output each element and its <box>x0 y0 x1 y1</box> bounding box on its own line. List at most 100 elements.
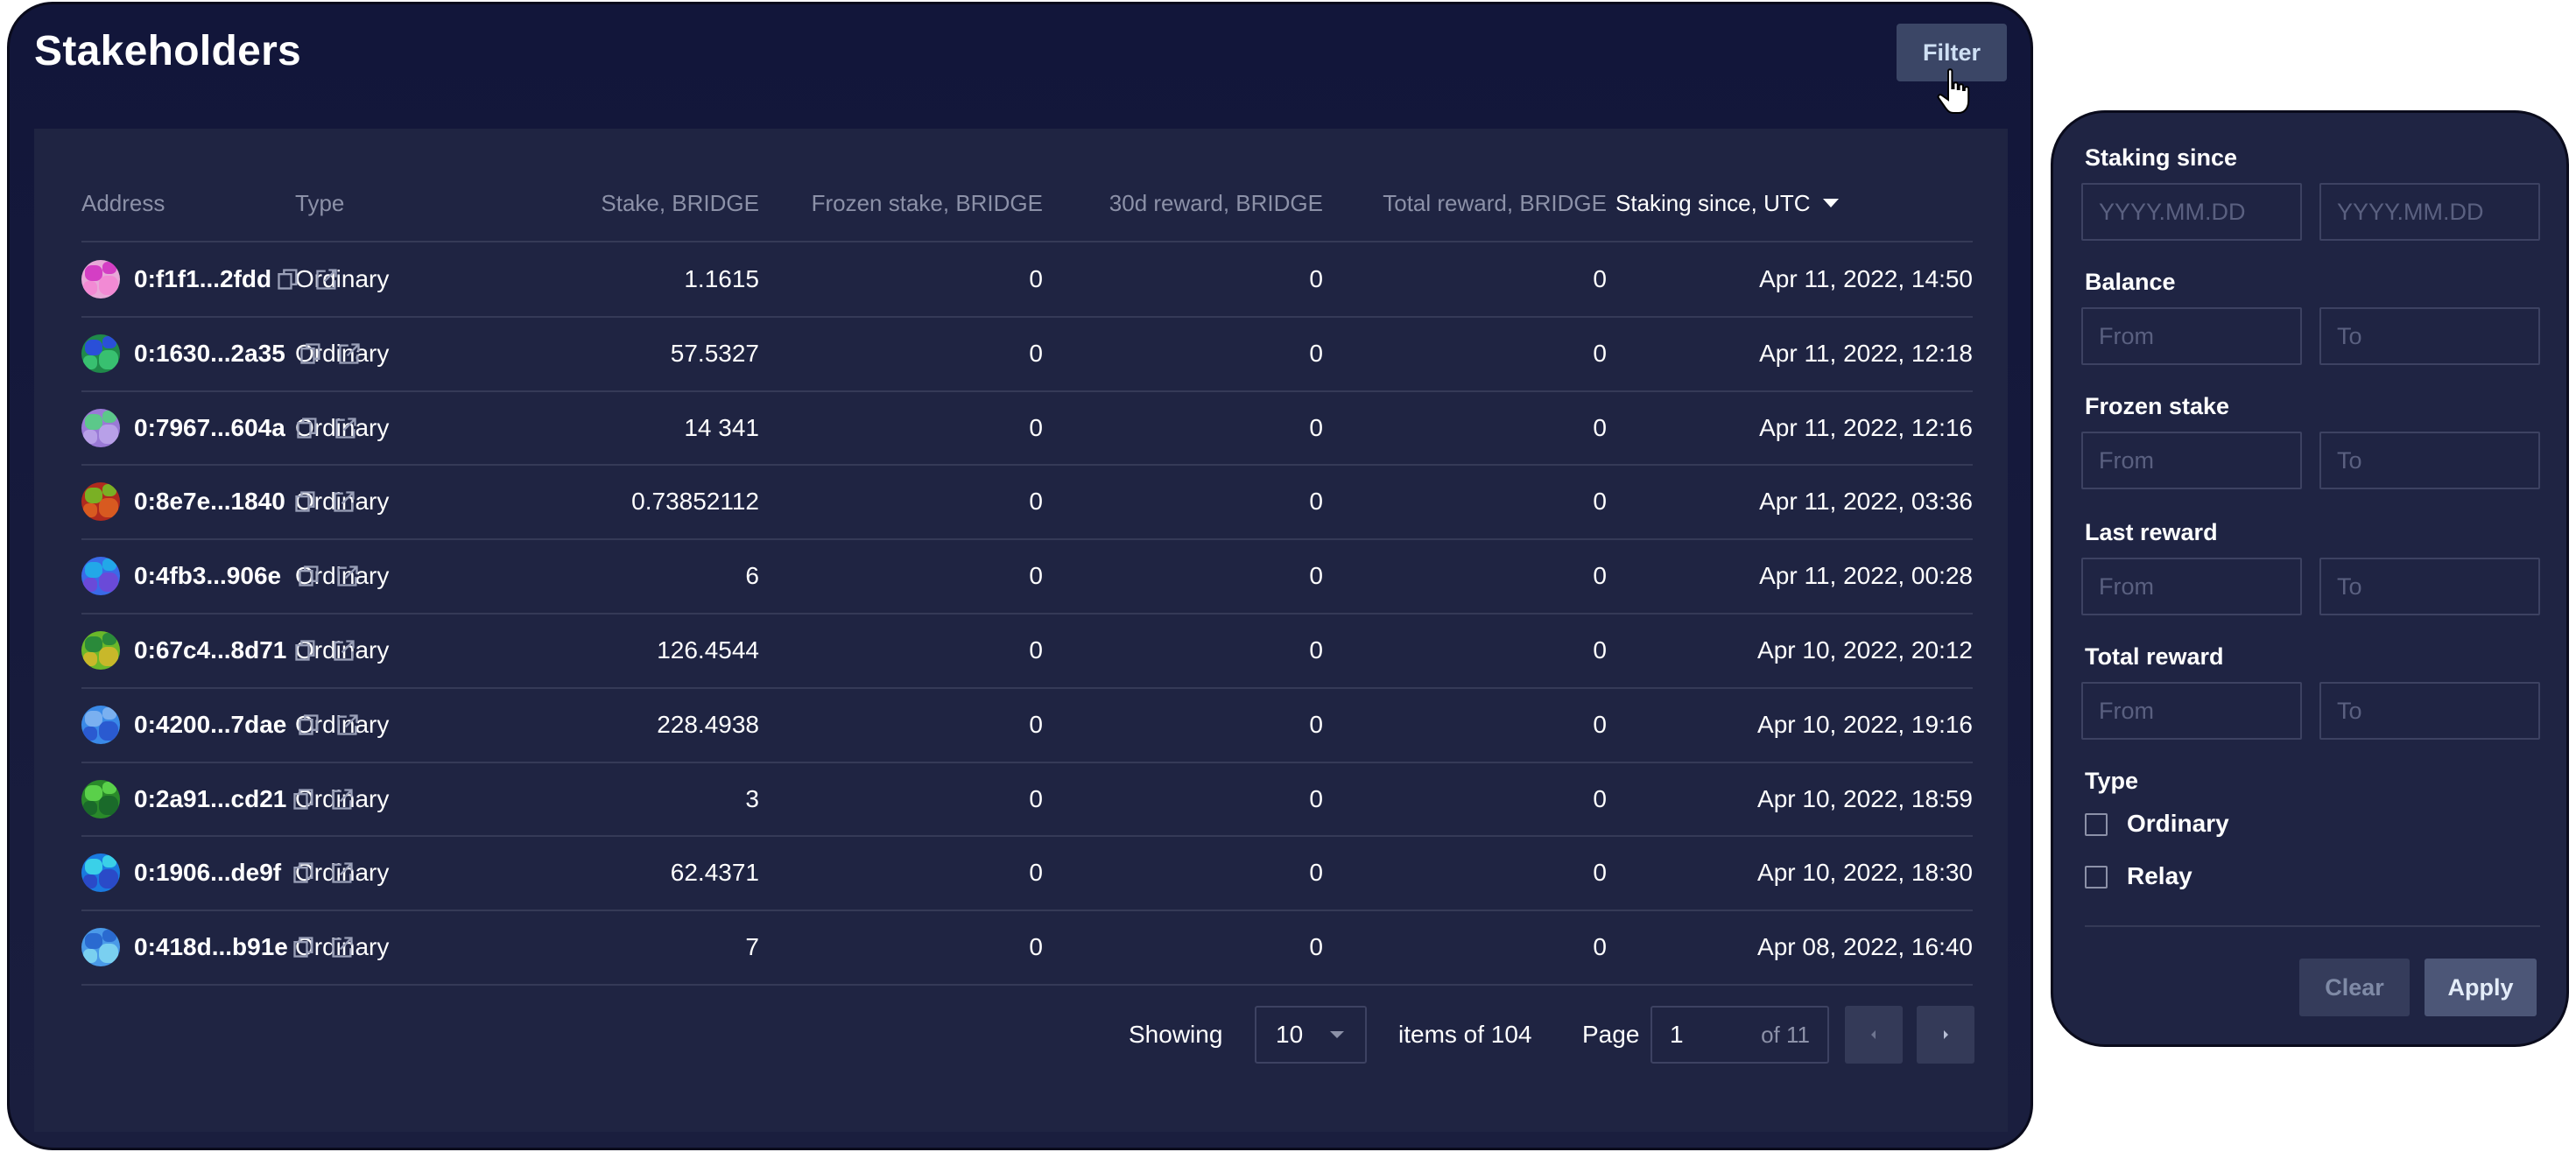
next-page-button[interactable] <box>1917 1006 1974 1064</box>
relay-checkbox-label[interactable]: Relay <box>2127 862 2192 890</box>
total-reward-from-input[interactable] <box>2081 682 2302 740</box>
table-row[interactable]: 0:7967...604a Ordinary 14 341 0 0 0 Apr 11, 20… <box>34 391 2008 465</box>
copy-icon[interactable] <box>293 638 318 663</box>
address-link[interactable]: 0:418d...b91e <box>134 910 288 984</box>
avatar-icon <box>81 260 120 299</box>
external-link-icon[interactable] <box>330 787 355 811</box>
staking-since-cell: Apr 10, 2022, 20:12 <box>1757 636 1973 664</box>
table-row[interactable]: 0:418d...b91e Ordinary 7 0 0 0 Apr 08, 2022, 1… <box>34 910 2008 984</box>
page-number-input[interactable]: 1 of 11 <box>1650 1006 1829 1064</box>
copy-icon[interactable] <box>293 489 318 514</box>
external-link-icon[interactable] <box>337 341 362 366</box>
avatar-icon <box>81 334 120 373</box>
page-size-select[interactable]: 10 <box>1255 1006 1367 1064</box>
address-link[interactable]: 0:7967...604a <box>134 391 285 465</box>
clear-button[interactable]: Clear <box>2299 959 2410 1016</box>
staking-since-cell: Apr 10, 2022, 19:16 <box>1757 710 1973 738</box>
prev-page-button[interactable] <box>1845 1006 1903 1064</box>
table-row[interactable]: 0:2a91...cd21 Ordinary 3 0 0 0 Apr 10, 2022, 1… <box>34 762 2008 836</box>
balance-from-input[interactable] <box>2081 307 2302 365</box>
last-reward-from-input[interactable] <box>2081 558 2302 615</box>
total-reward-cell: 0 <box>1593 488 1607 516</box>
table-row[interactable]: 0:4fb3...906e Ordinary 6 0 0 0 Apr 11, 2022, 0… <box>34 539 2008 613</box>
staking-since-label: Staking since <box>2085 144 2238 171</box>
copy-icon[interactable] <box>292 860 316 885</box>
address-link[interactable]: 0:67c4...8d71 <box>134 614 286 687</box>
table-row[interactable]: 0:1630...2a35 Ordinary 57.5327 0 0 0 Apr 11, 2… <box>34 317 2008 390</box>
copy-icon[interactable] <box>297 564 321 588</box>
copy-icon[interactable] <box>292 935 316 959</box>
table-row[interactable]: 0:8e7e...1840 Ordinary 0.73852112 0 0 0 Apr 11… <box>34 465 2008 538</box>
copy-icon[interactable] <box>276 267 300 292</box>
copy-icon[interactable] <box>295 416 320 440</box>
address-link[interactable]: 0:2a91...cd21 <box>134 762 286 836</box>
avatar-icon <box>81 705 120 744</box>
table-row[interactable]: 0:f1f1...2fdd Ordinary 1.1615 0 0 0 Apr 11, 20… <box>34 242 2008 316</box>
stake-cell: 6 <box>745 562 759 590</box>
address-link[interactable]: 0:1906...de9f <box>134 836 281 910</box>
30d-reward-cell: 0 <box>1309 784 1323 812</box>
total-reward-cell: 0 <box>1593 784 1607 812</box>
column-header-type[interactable]: Type <box>295 165 344 241</box>
balance-to-input[interactable] <box>2319 307 2540 365</box>
external-link-icon[interactable] <box>314 267 339 292</box>
table-row[interactable]: 0:4200...7dae Ordinary 228.4938 0 0 0 Apr 10, … <box>34 688 2008 762</box>
apply-button[interactable]: Apply <box>2425 959 2537 1016</box>
address-link[interactable]: 0:4fb3...906e <box>134 539 281 613</box>
page-number-value: 1 <box>1670 1021 1684 1048</box>
column-header-total-reward[interactable]: Total reward, BRIDGE <box>1365 165 1607 241</box>
avatar-icon <box>81 779 120 818</box>
column-header-staking-since[interactable]: Staking since, UTC <box>1615 165 1839 241</box>
staking-since-cell: Apr 10, 2022, 18:59 <box>1757 784 1973 812</box>
address-link[interactable]: 0:4200...7dae <box>134 688 286 762</box>
chevron-left-icon <box>1871 1030 1876 1039</box>
external-link-icon[interactable] <box>332 489 356 514</box>
staking-since-from-input[interactable] <box>2081 183 2302 241</box>
total-reward-cell: 0 <box>1593 933 1607 961</box>
stakeholders-table: Address Type Stake, BRIDGE Frozen stake,… <box>34 129 2008 1132</box>
row-divider <box>81 984 1973 986</box>
address-link[interactable]: 0:8e7e...1840 <box>134 465 285 538</box>
staking-since-to-input[interactable] <box>2319 183 2540 241</box>
stake-cell: 3 <box>745 784 759 812</box>
total-reward-to-input[interactable] <box>2319 682 2540 740</box>
frozen-stake-to-input[interactable] <box>2319 432 2540 489</box>
address-link[interactable]: 0:1630...2a35 <box>134 317 285 390</box>
frozen-stake-cell: 0 <box>1029 562 1043 590</box>
ordinary-checkbox-label[interactable]: Ordinary <box>2127 810 2229 838</box>
relay-checkbox[interactable] <box>2085 866 2108 889</box>
external-link-icon[interactable] <box>330 860 355 885</box>
frozen-stake-from-input[interactable] <box>2081 432 2302 489</box>
filter-panel: Staking since Balance Frozen stake Last … <box>2051 110 2569 1047</box>
table-row[interactable]: 0:1906...de9f Ordinary 62.4371 0 0 0 Apr 10, 2… <box>34 836 2008 910</box>
external-link-icon[interactable] <box>335 713 360 737</box>
copy-icon[interactable] <box>292 787 316 811</box>
column-header-frozen-stake[interactable]: Frozen stake, BRIDGE <box>805 165 1043 241</box>
30d-reward-cell: 0 <box>1309 562 1323 590</box>
30d-reward-cell: 0 <box>1309 265 1323 292</box>
external-link-icon[interactable] <box>335 564 360 588</box>
copy-icon[interactable] <box>299 341 323 366</box>
30d-reward-cell: 0 <box>1309 710 1323 738</box>
table-header: Address Type Stake, BRIDGE Frozen stake,… <box>34 165 2008 241</box>
total-reward-cell: 0 <box>1593 562 1607 590</box>
external-link-icon[interactable] <box>330 935 355 959</box>
address-link[interactable]: 0:f1f1...2fdd <box>134 242 271 316</box>
copy-icon[interactable] <box>297 713 321 737</box>
external-link-icon[interactable] <box>334 416 358 440</box>
ordinary-checkbox[interactable] <box>2085 813 2108 836</box>
30d-reward-cell: 0 <box>1309 636 1323 664</box>
total-reward-cell: 0 <box>1593 339 1607 367</box>
column-header-stake[interactable]: Stake, BRIDGE <box>507 165 759 241</box>
avatar-icon <box>81 631 120 670</box>
avatar-icon <box>81 557 120 596</box>
column-header-30d-reward[interactable]: 30d reward, BRIDGE <box>1085 165 1323 241</box>
last-reward-to-input[interactable] <box>2319 558 2540 615</box>
table-row[interactable]: 0:67c4...8d71 Ordinary 126.4544 0 0 0 Apr 10, … <box>34 614 2008 687</box>
frozen-stake-cell: 0 <box>1029 265 1043 292</box>
column-header-address[interactable]: Address <box>81 165 165 241</box>
external-link-icon[interactable] <box>332 638 356 663</box>
frozen-stake-cell: 0 <box>1029 710 1043 738</box>
stake-cell: 228.4938 <box>657 710 759 738</box>
filter-divider <box>2085 925 2540 927</box>
